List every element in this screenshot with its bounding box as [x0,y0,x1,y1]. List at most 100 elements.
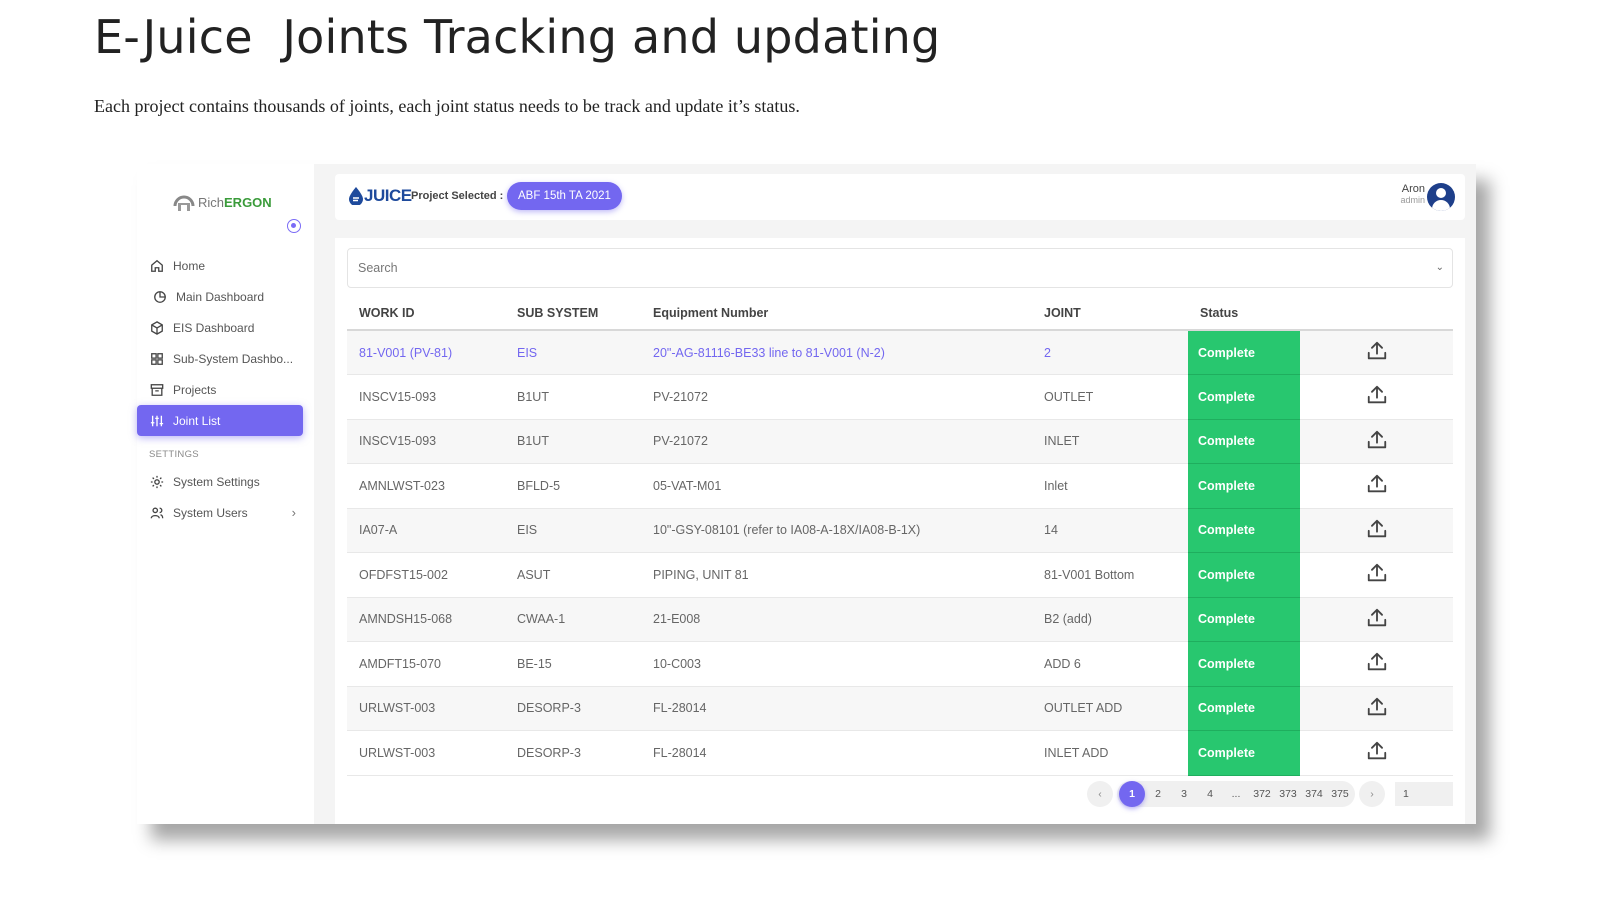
column-header-status[interactable]: Status [1188,296,1300,331]
work-id-cell: INSCV15-093 [347,374,505,420]
sidebar-item-label: Sub-System Dashbo... [173,351,294,366]
work-id-cell: OFDFST15-002 [347,552,505,598]
status-badge: Complete [1188,552,1300,598]
upload-icon [1367,564,1386,582]
column-header-action [1300,296,1453,331]
sidebar-item-home[interactable]: Home [137,250,314,281]
table-row[interactable]: AMNDSH15-068 CWAA-1 21-E008 B2 (add) Complet… [347,597,1453,642]
sidebar-item-system-settings[interactable]: System Settings [137,466,314,497]
sidebar-item-label: Home [173,258,206,273]
table-row[interactable]: IA07-A EIS 10"-GSY-08101 (refer to IA08-A-… [347,508,1453,553]
upload-button[interactable] [1300,374,1453,420]
sliders-icon [149,413,165,429]
project-selected-label: Project Selected : [411,190,504,202]
chevron-down-icon[interactable]: ⌄ [1436,249,1444,287]
ejuice-logo: JUICE [349,186,412,206]
equipment-number-cell: 10-C003 [641,641,1032,687]
joint-cell: OUTLET ADD [1032,686,1188,731]
page-button[interactable]: 1 [1119,781,1145,807]
work-id-cell: IA07-A [347,508,505,553]
upload-button[interactable] [1300,686,1453,731]
page-button[interactable]: 373 [1275,781,1301,807]
sub-system-cell: B1UT [505,419,641,464]
sidebar-item-projects[interactable]: Projects [137,374,314,405]
sub-system-cell: EIS [505,508,641,553]
collapse-sidebar-icon[interactable] [287,219,301,233]
page-ellipsis: ... [1231,788,1241,800]
sidebar-item-label: Main Dashboard [176,289,265,304]
joint-cell: INLET [1032,419,1188,464]
sidebar-item-label: Projects [173,382,217,397]
page-button[interactable]: 374 [1301,781,1327,807]
sidebar: RichERGON Home Main Dashboard EIS Dashbo… [137,164,314,824]
user-info[interactable]: Aron admin [1400,183,1425,205]
upload-button[interactable] [1300,463,1453,509]
joint-list-panel: Search ⌄ WORK ID SUB SYSTEM Equipment Nu… [335,238,1465,824]
search-input[interactable]: Search ⌄ [347,248,1453,288]
next-page-button[interactable]: › [1359,781,1385,807]
sidebar-item-main-dashboard[interactable]: Main Dashboard [137,281,314,312]
user-name: Aron [1401,183,1425,195]
sidebar-nav: Home Main Dashboard EIS Dashboard Sub-Sy… [137,250,314,528]
upload-button[interactable] [1300,508,1453,553]
joint-cell: OUTLET [1032,374,1188,420]
slide-title: E-Juice Joints Tracking and updating [94,10,941,64]
table-row[interactable]: AMNLWST-023 BFLD-5 05-VAT-M01 Inlet Complete [347,463,1453,509]
joints-table: WORK ID SUB SYSTEM Equipment Number JOIN… [347,296,1453,776]
sidebar-item-label: System Settings [173,474,260,489]
status-badge: Complete [1188,597,1300,642]
column-header-sub-system[interactable]: SUB SYSTEM [505,296,641,331]
upload-button[interactable] [1300,641,1453,687]
box-icon [149,320,165,336]
page-button[interactable]: 375 [1327,781,1353,807]
users-icon [149,505,165,521]
settings-section-label: SETTINGS [149,449,199,460]
slide-subtitle: Each project contains thousands of joint… [94,96,800,116]
upload-icon [1367,430,1386,448]
page-button[interactable]: 2 [1145,781,1171,807]
avatar[interactable] [1427,183,1455,211]
upload-button[interactable] [1300,419,1453,464]
upload-button[interactable] [1300,330,1453,375]
equipment-number-cell: 05-VAT-M01 [641,463,1032,509]
upload-button[interactable] [1300,597,1453,642]
page-jump-input[interactable]: 1 [1395,782,1453,806]
joint-cell: ADD 6 [1032,641,1188,687]
table-row[interactable]: AMDFT15-070 BE-15 10-C003 ADD 6 Complete [347,641,1453,687]
sidebar-item-eis-dashboard[interactable]: EIS Dashboard [137,312,314,343]
status-badge: Complete [1188,508,1300,553]
project-selector-badge[interactable]: ABF 15th TA 2021 [507,182,622,210]
equipment-number-cell: FL-28014 [641,686,1032,731]
page-button[interactable]: 372 [1249,781,1275,807]
upload-button[interactable] [1300,552,1453,598]
work-id-cell: AMNLWST-023 [347,463,505,509]
upload-button[interactable] [1300,730,1453,776]
table-row[interactable]: INSCV15-093 B1UT PV-21072 INLET Complete [347,419,1453,464]
chevron-right-icon: › [291,505,296,520]
sub-system-cell: EIS [505,330,641,375]
table-row[interactable]: URLWST-003 DESORP-3 FL-28014 INLET ADD Compl… [347,730,1453,776]
grid-icon [149,351,165,367]
upload-icon [1367,341,1386,360]
home-icon [149,258,165,274]
column-header-work-id[interactable]: WORK ID [347,296,505,331]
table-row[interactable]: INSCV15-093 B1UT PV-21072 OUTLET Complete [347,374,1453,420]
sidebar-item-joint-list[interactable]: Joint List [137,405,303,436]
page-button[interactable]: 4 [1197,781,1223,807]
prev-page-button[interactable]: ‹ [1087,781,1113,807]
sidebar-item-system-users[interactable]: System Users › [137,497,314,528]
page-number-list: 1 2 3 4... 372 373 374 375 [1117,781,1355,807]
work-id-cell: URLWST-003 [347,686,505,731]
table-row[interactable]: 81-V001 (PV-81) EIS 20"-AG-81116-BE33 line… [347,330,1453,375]
page-button[interactable]: 3 [1171,781,1197,807]
table-row[interactable]: OFDFST15-002 ASUT PIPING, UNIT 81 81-V001 B… [347,552,1453,598]
column-header-equipment-number[interactable]: Equipment Number [641,296,1032,331]
table-row[interactable]: URLWST-003 DESORP-3 FL-28014 OUTLET ADD Comp… [347,686,1453,731]
upload-icon [1367,608,1386,626]
top-header: JUICE Project Selected : ABF 15th TA 202… [335,174,1465,220]
status-badge: Complete [1188,730,1300,776]
joint-cell: 2 [1032,330,1188,375]
sidebar-item-sub-system-dashboard[interactable]: Sub-System Dashbo... [137,343,314,374]
sidebar-item-label: EIS Dashboard [173,320,255,335]
column-header-joint[interactable]: JOINT [1032,296,1188,331]
